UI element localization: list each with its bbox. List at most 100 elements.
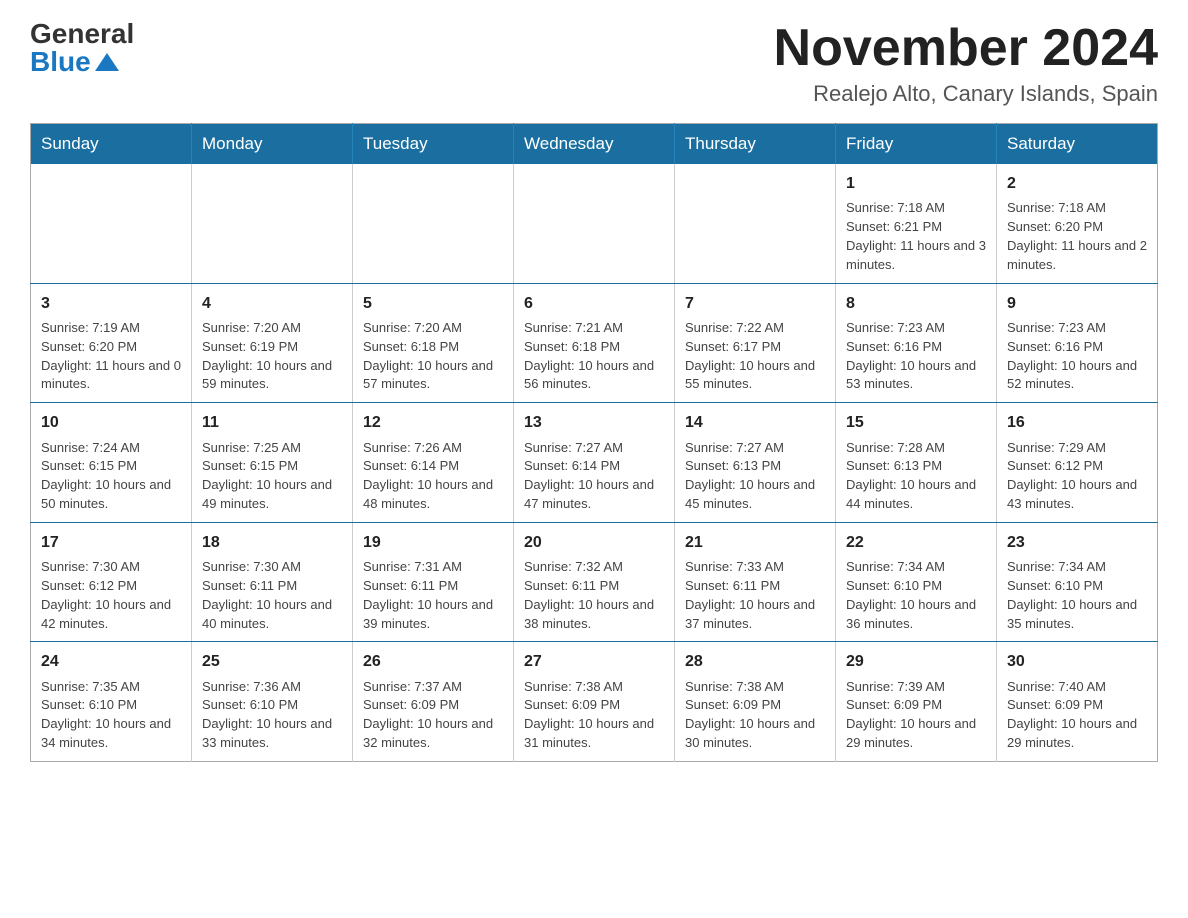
calendar-cell: 20 Sunrise: 7:32 AM Sunset: 6:11 PM Dayli… <box>514 522 675 642</box>
calendar-cell: 22Sunrise: 7:34 AM Sunset: 6:10 PM Dayli… <box>836 522 997 642</box>
day-info: Sunrise: 7:29 AM Sunset: 6:12 PM Dayligh… <box>1007 439 1147 514</box>
calendar-header-monday: Monday <box>192 124 353 165</box>
day-number: 13 <box>524 411 664 434</box>
day-number: 24 <box>41 650 181 673</box>
page-header: General Blue November 2024 Realejo Alto,… <box>30 20 1158 107</box>
day-info: Sunrise: 7:36 AM Sunset: 6:10 PM Dayligh… <box>202 678 342 753</box>
calendar-cell <box>192 164 353 283</box>
day-number: 17 <box>41 531 181 554</box>
day-number: 26 <box>363 650 503 673</box>
calendar-header-saturday: Saturday <box>997 124 1158 165</box>
calendar-cell: 30 Sunrise: 7:40 AM Sunset: 6:09 PM Dayli… <box>997 642 1158 762</box>
day-number: 3 <box>41 292 181 315</box>
calendar-cell: 3Sunrise: 7:19 AM Sunset: 6:20 PM Daylig… <box>31 283 192 403</box>
day-info: Sunrise: 7:37 AM Sunset: 6:09 PM Dayligh… <box>363 678 503 753</box>
day-number: 12 <box>363 411 503 434</box>
day-number: 7 <box>685 292 825 315</box>
month-title: November 2024 <box>774 20 1158 77</box>
day-info: Sunrise: 7:25 AM Sunset: 6:15 PM Dayligh… <box>202 439 342 514</box>
day-info: Sunrise: 7:30 AM Sunset: 6:12 PM Dayligh… <box>41 558 181 633</box>
day-number: 23 <box>1007 531 1147 554</box>
day-number: 16 <box>1007 411 1147 434</box>
calendar-cell: 17 Sunrise: 7:30 AM Sunset: 6:12 PM Dayli… <box>31 522 192 642</box>
day-number: 2 <box>1007 172 1147 195</box>
day-info: Sunrise: 7:23 AM Sunset: 6:16 PM Dayligh… <box>846 319 986 394</box>
day-number: 14 <box>685 411 825 434</box>
logo-general-text: General <box>30 20 134 48</box>
calendar-cell: 9Sunrise: 7:23 AM Sunset: 6:16 PM Daylig… <box>997 283 1158 403</box>
calendar-table: SundayMondayTuesdayWednesdayThursdayFrid… <box>30 123 1158 762</box>
calendar-cell <box>514 164 675 283</box>
calendar-cell: 1 Sunrise: 7:18 AM Sunset: 6:21 PM Daylig… <box>836 164 997 283</box>
calendar-cell: 24Sunrise: 7:35 AM Sunset: 6:10 PM Dayli… <box>31 642 192 762</box>
calendar-week-row: 1 Sunrise: 7:18 AM Sunset: 6:21 PM Daylig… <box>31 164 1158 283</box>
day-number: 28 <box>685 650 825 673</box>
calendar-cell: 21 Sunrise: 7:33 AM Sunset: 6:11 PM Dayli… <box>675 522 836 642</box>
calendar-header-tuesday: Tuesday <box>353 124 514 165</box>
calendar-cell: 4 Sunrise: 7:20 AM Sunset: 6:19 PM Daylig… <box>192 283 353 403</box>
day-info: Sunrise: 7:20 AM Sunset: 6:18 PM Dayligh… <box>363 319 503 394</box>
calendar-header-row: SundayMondayTuesdayWednesdayThursdayFrid… <box>31 124 1158 165</box>
day-number: 8 <box>846 292 986 315</box>
day-number: 1 <box>846 172 986 195</box>
calendar-cell: 25 Sunrise: 7:36 AM Sunset: 6:10 PM Dayli… <box>192 642 353 762</box>
day-info: Sunrise: 7:18 AM Sunset: 6:21 PM Dayligh… <box>846 199 986 274</box>
location-title: Realejo Alto, Canary Islands, Spain <box>774 81 1158 107</box>
calendar-cell <box>675 164 836 283</box>
calendar-week-row: 17 Sunrise: 7:30 AM Sunset: 6:12 PM Dayli… <box>31 522 1158 642</box>
day-number: 21 <box>685 531 825 554</box>
day-number: 30 <box>1007 650 1147 673</box>
calendar-cell: 23 Sunrise: 7:34 AM Sunset: 6:10 PM Dayli… <box>997 522 1158 642</box>
day-info: Sunrise: 7:18 AM Sunset: 6:20 PM Dayligh… <box>1007 199 1147 274</box>
calendar-cell: 5Sunrise: 7:20 AM Sunset: 6:18 PM Daylig… <box>353 283 514 403</box>
calendar-cell: 7 Sunrise: 7:22 AM Sunset: 6:17 PM Daylig… <box>675 283 836 403</box>
day-info: Sunrise: 7:40 AM Sunset: 6:09 PM Dayligh… <box>1007 678 1147 753</box>
day-number: 18 <box>202 531 342 554</box>
day-info: Sunrise: 7:33 AM Sunset: 6:11 PM Dayligh… <box>685 558 825 633</box>
day-number: 22 <box>846 531 986 554</box>
day-info: Sunrise: 7:21 AM Sunset: 6:18 PM Dayligh… <box>524 319 664 394</box>
calendar-cell: 10Sunrise: 7:24 AM Sunset: 6:15 PM Dayli… <box>31 403 192 523</box>
title-block: November 2024 Realejo Alto, Canary Islan… <box>774 20 1158 107</box>
calendar-header-wednesday: Wednesday <box>514 124 675 165</box>
day-info: Sunrise: 7:22 AM Sunset: 6:17 PM Dayligh… <box>685 319 825 394</box>
day-number: 10 <box>41 411 181 434</box>
day-number: 4 <box>202 292 342 315</box>
day-info: Sunrise: 7:34 AM Sunset: 6:10 PM Dayligh… <box>1007 558 1147 633</box>
logo-icon <box>93 51 121 73</box>
calendar-cell: 13 Sunrise: 7:27 AM Sunset: 6:14 PM Dayli… <box>514 403 675 523</box>
day-info: Sunrise: 7:31 AM Sunset: 6:11 PM Dayligh… <box>363 558 503 633</box>
calendar-cell <box>353 164 514 283</box>
calendar-cell: 12 Sunrise: 7:26 AM Sunset: 6:14 PM Dayli… <box>353 403 514 523</box>
calendar-week-row: 24Sunrise: 7:35 AM Sunset: 6:10 PM Dayli… <box>31 642 1158 762</box>
day-info: Sunrise: 7:23 AM Sunset: 6:16 PM Dayligh… <box>1007 319 1147 394</box>
calendar-cell: 16 Sunrise: 7:29 AM Sunset: 6:12 PM Dayli… <box>997 403 1158 523</box>
calendar-cell: 6 Sunrise: 7:21 AM Sunset: 6:18 PM Daylig… <box>514 283 675 403</box>
calendar-header-friday: Friday <box>836 124 997 165</box>
day-info: Sunrise: 7:38 AM Sunset: 6:09 PM Dayligh… <box>685 678 825 753</box>
day-info: Sunrise: 7:26 AM Sunset: 6:14 PM Dayligh… <box>363 439 503 514</box>
day-number: 6 <box>524 292 664 315</box>
calendar-cell: 26 Sunrise: 7:37 AM Sunset: 6:09 PM Dayli… <box>353 642 514 762</box>
day-info: Sunrise: 7:39 AM Sunset: 6:09 PM Dayligh… <box>846 678 986 753</box>
calendar-cell <box>31 164 192 283</box>
day-info: Sunrise: 7:38 AM Sunset: 6:09 PM Dayligh… <box>524 678 664 753</box>
calendar-cell: 8 Sunrise: 7:23 AM Sunset: 6:16 PM Daylig… <box>836 283 997 403</box>
logo: General Blue <box>30 20 134 76</box>
calendar-cell: 2 Sunrise: 7:18 AM Sunset: 6:20 PM Daylig… <box>997 164 1158 283</box>
day-number: 25 <box>202 650 342 673</box>
calendar-cell: 14Sunrise: 7:27 AM Sunset: 6:13 PM Dayli… <box>675 403 836 523</box>
calendar-cell: 15Sunrise: 7:28 AM Sunset: 6:13 PM Dayli… <box>836 403 997 523</box>
calendar-header-sunday: Sunday <box>31 124 192 165</box>
day-number: 20 <box>524 531 664 554</box>
day-info: Sunrise: 7:20 AM Sunset: 6:19 PM Dayligh… <box>202 319 342 394</box>
calendar-cell: 29Sunrise: 7:39 AM Sunset: 6:09 PM Dayli… <box>836 642 997 762</box>
calendar-week-row: 10Sunrise: 7:24 AM Sunset: 6:15 PM Dayli… <box>31 403 1158 523</box>
calendar-header-thursday: Thursday <box>675 124 836 165</box>
day-info: Sunrise: 7:32 AM Sunset: 6:11 PM Dayligh… <box>524 558 664 633</box>
logo-blue-text: Blue <box>30 48 134 76</box>
calendar-cell: 18Sunrise: 7:30 AM Sunset: 6:11 PM Dayli… <box>192 522 353 642</box>
day-info: Sunrise: 7:28 AM Sunset: 6:13 PM Dayligh… <box>846 439 986 514</box>
day-info: Sunrise: 7:27 AM Sunset: 6:14 PM Dayligh… <box>524 439 664 514</box>
day-number: 19 <box>363 531 503 554</box>
